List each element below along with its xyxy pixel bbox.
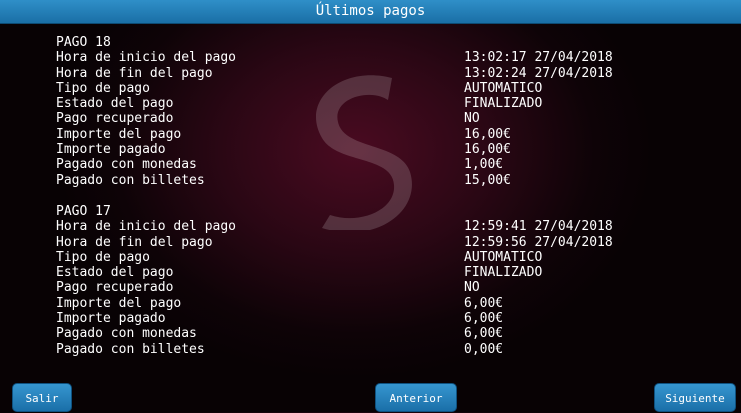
row-label: Tipo de pago <box>56 80 150 96</box>
row-label: Pago recuperado <box>56 111 174 127</box>
row-label: Tipo de pago <box>56 249 150 265</box>
row-value: AUTOMATICO <box>464 80 543 96</box>
payment-row: Tipo de pago AUTOMATICO <box>56 250 696 265</box>
payment-row: Tipo de pago AUTOMATICO <box>56 81 696 96</box>
payment-row: Importe del pago 6,00€ <box>56 296 696 311</box>
row-label: Importe pagado <box>56 142 166 158</box>
row-value: AUTOMATICO <box>464 249 543 265</box>
next-button[interactable]: Siguiente <box>654 383 736 412</box>
row-value: 6,00€ <box>464 311 504 327</box>
payment-row: Pagado con billetes 0,00€ <box>56 342 696 357</box>
payment-row: Pago recuperado NO <box>56 111 696 126</box>
payment-row: Pagado con monedas 1,00€ <box>56 157 696 172</box>
exit-button[interactable]: Salir <box>12 383 72 412</box>
payment-row: Hora de fin del pago 12:59:56 27/04/2018 <box>56 235 696 250</box>
row-label: Pago recuperado <box>56 280 174 296</box>
payment-row: Pagado con billetes 15,00€ <box>56 173 696 188</box>
payment-row: Importe del pago 16,00€ <box>56 127 696 142</box>
payment-row: Importe pagado 16,00€ <box>56 142 696 157</box>
payment-row: Importe pagado 6,00€ <box>56 311 696 326</box>
payment-header: PAGO 17 <box>56 204 111 219</box>
payment-header: PAGO 18 <box>56 35 111 50</box>
payment-record-17: PAGO 17 Hora de inicio del pago 12:59:41 … <box>56 204 696 357</box>
row-label: Hora de inicio del pago <box>56 219 237 235</box>
row-value: NO <box>464 280 480 296</box>
row-value: FINALIZADO <box>464 96 543 112</box>
row-value: 6,00€ <box>464 326 504 342</box>
row-value: 6,00€ <box>464 295 504 311</box>
row-label: Pagado con monedas <box>56 326 197 342</box>
row-label: Importe del pago <box>56 126 182 142</box>
row-value: 12:59:41 27/04/2018 <box>464 219 613 235</box>
window-title: Últimos pagos <box>0 0 741 24</box>
row-label: Pagado con monedas <box>56 157 197 173</box>
row-label: Importe pagado <box>56 311 166 327</box>
payment-row: Hora de inicio del pago 12:59:41 27/04/20… <box>56 219 696 234</box>
row-label: Estado del pago <box>56 96 174 112</box>
row-value: 13:02:24 27/04/2018 <box>464 65 613 81</box>
payment-row: Pago recuperado NO <box>56 280 696 295</box>
payment-record-18: PAGO 18 Hora de inicio del pago 13:02:17 … <box>56 35 696 188</box>
row-label: Hora de fin del pago <box>56 234 213 250</box>
row-value: 13:02:17 27/04/2018 <box>464 50 613 66</box>
row-value: NO <box>464 111 480 127</box>
row-value: 0,00€ <box>464 341 504 357</box>
row-value: FINALIZADO <box>464 265 543 281</box>
row-label: Pagado con billetes <box>56 341 205 357</box>
payment-row: Hora de inicio del pago 13:02:17 27/04/20… <box>56 50 696 65</box>
row-label: Pagado con billetes <box>56 172 205 188</box>
row-label: Hora de inicio del pago <box>56 50 237 66</box>
payment-row: Hora de fin del pago 13:02:24 27/04/2018 <box>56 66 696 81</box>
row-value: 16,00€ <box>464 126 511 142</box>
row-value: 1,00€ <box>464 157 504 173</box>
row-value: 16,00€ <box>464 142 511 158</box>
row-label: Importe del pago <box>56 295 182 311</box>
previous-button[interactable]: Anterior <box>375 383 457 412</box>
row-value: 12:59:56 27/04/2018 <box>464 234 613 250</box>
payment-row: Estado del pago FINALIZADO <box>56 265 696 280</box>
payment-row: Estado del pago FINALIZADO <box>56 96 696 111</box>
row-label: Hora de fin del pago <box>56 65 213 81</box>
row-value: 15,00€ <box>464 172 511 188</box>
payment-row: Pagado con monedas 6,00€ <box>56 326 696 341</box>
row-label: Estado del pago <box>56 265 174 281</box>
